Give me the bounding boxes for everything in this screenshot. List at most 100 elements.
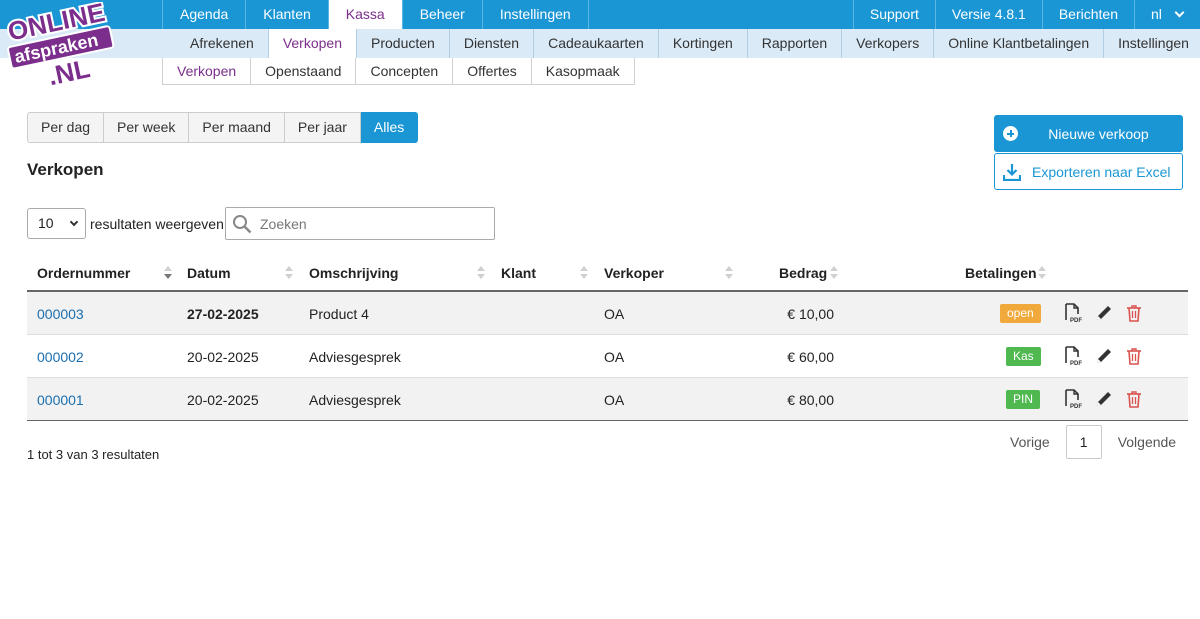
tab-klanten[interactable]: Klanten [245, 0, 327, 29]
svg-text:PDF: PDF [1070, 361, 1082, 366]
version-link[interactable]: Versie 4.8.1 [934, 0, 1042, 29]
prev-page-button[interactable]: Vorige [1000, 434, 1060, 450]
subtab-online-klantbetalingen[interactable]: Online Klantbetalingen [934, 29, 1105, 58]
table-row[interactable]: 000002 20-02-2025 Adviesgesprek OA € 60,… [27, 335, 1188, 378]
support-link[interactable]: Support [852, 0, 935, 29]
payment-status-badge: Kas [1006, 347, 1041, 366]
order-number-link[interactable]: 000002 [37, 349, 84, 365]
seller-cell: OA [604, 306, 625, 322]
export-excel-label: Exporteren naar Excel [1032, 164, 1171, 180]
kassa-sub-nav: Afrekenen Verkopen Producten Diensten Ca… [176, 29, 1200, 58]
period-per-maand[interactable]: Per maand [189, 112, 285, 143]
tab-beheer[interactable]: Beheer [401, 0, 482, 29]
thirdtab-offertes[interactable]: Offertes [453, 58, 532, 84]
description-cell: Adviesgesprek [309, 392, 401, 408]
delete-trash-icon[interactable] [1124, 303, 1144, 323]
subtab-instellingen[interactable]: Instellingen [1104, 29, 1200, 58]
language-value: nl [1151, 6, 1162, 22]
delete-trash-icon[interactable] [1124, 389, 1144, 409]
top-navigation-bar: Agenda Klanten Kassa Beheer Instellingen… [0, 0, 1200, 29]
thirdtab-concepten[interactable]: Concepten [356, 58, 454, 84]
svg-text:PDF: PDF [1070, 404, 1082, 409]
tab-kassa[interactable]: Kassa [327, 0, 402, 29]
sort-desc-icon[interactable] [164, 266, 172, 280]
edit-pencil-icon[interactable] [1094, 346, 1114, 366]
page-number-button[interactable]: 1 [1065, 425, 1102, 459]
table-header: Ordernummer Datum Omschrijving Klant Ver… [27, 254, 1188, 292]
sales-table: Ordernummer Datum Omschrijving Klant Ver… [27, 254, 1188, 421]
language-selector[interactable]: nl [1134, 0, 1200, 29]
next-page-button[interactable]: Volgende [1108, 434, 1186, 450]
subtab-verkopen[interactable]: Verkopen [268, 29, 357, 58]
tab-instellingen[interactable]: Instellingen [481, 0, 589, 29]
col-klant[interactable]: Klant [501, 265, 536, 281]
period-per-jaar[interactable]: Per jaar [284, 112, 361, 143]
period-alles[interactable]: Alles [360, 112, 419, 143]
subtab-cadeaukaarten[interactable]: Cadeaukaarten [534, 29, 659, 58]
subtab-afrekenen[interactable]: Afrekenen [176, 29, 269, 58]
table-row[interactable]: 000001 20-02-2025 Adviesgesprek OA € 80,… [27, 378, 1188, 421]
export-excel-button[interactable]: Exporteren naar Excel [994, 153, 1183, 190]
amount-cell: € 10,00 [787, 306, 834, 322]
payment-status-badge: open [1000, 304, 1041, 323]
thirdtab-openstaand[interactable]: Openstaand [251, 58, 357, 84]
edit-pencil-icon[interactable] [1094, 389, 1114, 409]
sort-icon[interactable] [830, 266, 838, 280]
col-betalingen[interactable]: Betalingen [965, 265, 1037, 281]
verkopen-sub-nav: Verkopen Openstaand Concepten Offertes K… [162, 58, 635, 85]
results-info: 1 tot 3 van 3 resultaten [27, 447, 160, 462]
subtab-diensten[interactable]: Diensten [450, 29, 535, 58]
main-nav: Agenda Klanten Kassa Beheer Instellingen [162, 0, 589, 29]
chevron-down-icon [1174, 7, 1185, 18]
order-number-link[interactable]: 000001 [37, 392, 84, 408]
page-title: Verkopen [27, 160, 104, 179]
thirdtab-verkopen[interactable]: Verkopen [163, 58, 252, 84]
col-verkoper[interactable]: Verkoper [604, 265, 664, 281]
online-afspraken-logo[interactable]: ONLINE afspraken .NL [6, 2, 118, 86]
col-ordernummer[interactable]: Ordernummer [37, 265, 130, 281]
col-bedrag[interactable]: Bedrag [779, 265, 827, 281]
chevron-down-icon [69, 217, 79, 227]
search-input[interactable] [260, 212, 488, 236]
date-cell: 20-02-2025 [187, 349, 259, 365]
sub-navigation-bar: Afrekenen Verkopen Producten Diensten Ca… [0, 29, 1200, 58]
subtab-verkopers[interactable]: Verkopers [842, 29, 935, 58]
seller-cell: OA [604, 349, 625, 365]
subtab-rapporten[interactable]: Rapporten [748, 29, 843, 58]
table-row[interactable]: 000003 27-02-2025 Product 4 OA € 10,00 o… [27, 292, 1188, 335]
new-sale-label: Nieuwe verkoop [1048, 125, 1149, 142]
sort-icon[interactable] [580, 266, 588, 280]
messages-link[interactable]: Berichten [1041, 0, 1134, 29]
top-right-nav: Support Versie 4.8.1 Berichten nl [852, 0, 1200, 29]
order-number-link[interactable]: 000003 [37, 306, 84, 322]
thirdtab-kasopmaak[interactable]: Kasopmaak [532, 58, 634, 84]
subtab-kortingen[interactable]: Kortingen [659, 29, 748, 58]
col-datum[interactable]: Datum [187, 265, 231, 281]
results-per-page-label: resultaten weergeven [90, 216, 224, 232]
sort-icon[interactable] [477, 266, 485, 280]
edit-pencil-icon[interactable] [1094, 303, 1114, 323]
tab-agenda[interactable]: Agenda [162, 0, 245, 29]
search-icon [233, 215, 252, 234]
new-sale-button[interactable]: Nieuwe verkoop [994, 115, 1183, 152]
sort-icon[interactable] [725, 266, 733, 280]
payment-status-badge: PIN [1006, 390, 1041, 409]
period-filter: Per dag Per week Per maand Per jaar Alle… [27, 112, 419, 143]
amount-cell: € 80,00 [787, 392, 834, 408]
description-cell: Product 4 [309, 306, 369, 322]
col-omschrijving[interactable]: Omschrijving [309, 265, 398, 281]
results-per-page-value: 10 [38, 215, 54, 231]
pdf-icon[interactable]: PDF [1063, 346, 1083, 366]
results-per-page-select[interactable]: 10 [27, 208, 86, 239]
period-per-dag[interactable]: Per dag [27, 112, 105, 143]
pdf-icon[interactable]: PDF [1063, 389, 1083, 409]
period-per-week[interactable]: Per week [104, 112, 190, 143]
delete-trash-icon[interactable] [1124, 346, 1144, 366]
sort-icon[interactable] [1038, 266, 1046, 280]
pdf-icon[interactable]: PDF [1063, 303, 1083, 323]
date-cell: 27-02-2025 [187, 306, 259, 322]
pagination: Vorige 1 Volgende [1000, 425, 1186, 459]
subtab-producten[interactable]: Producten [357, 29, 450, 58]
sort-icon[interactable] [285, 266, 293, 280]
date-cell: 20-02-2025 [187, 392, 259, 408]
